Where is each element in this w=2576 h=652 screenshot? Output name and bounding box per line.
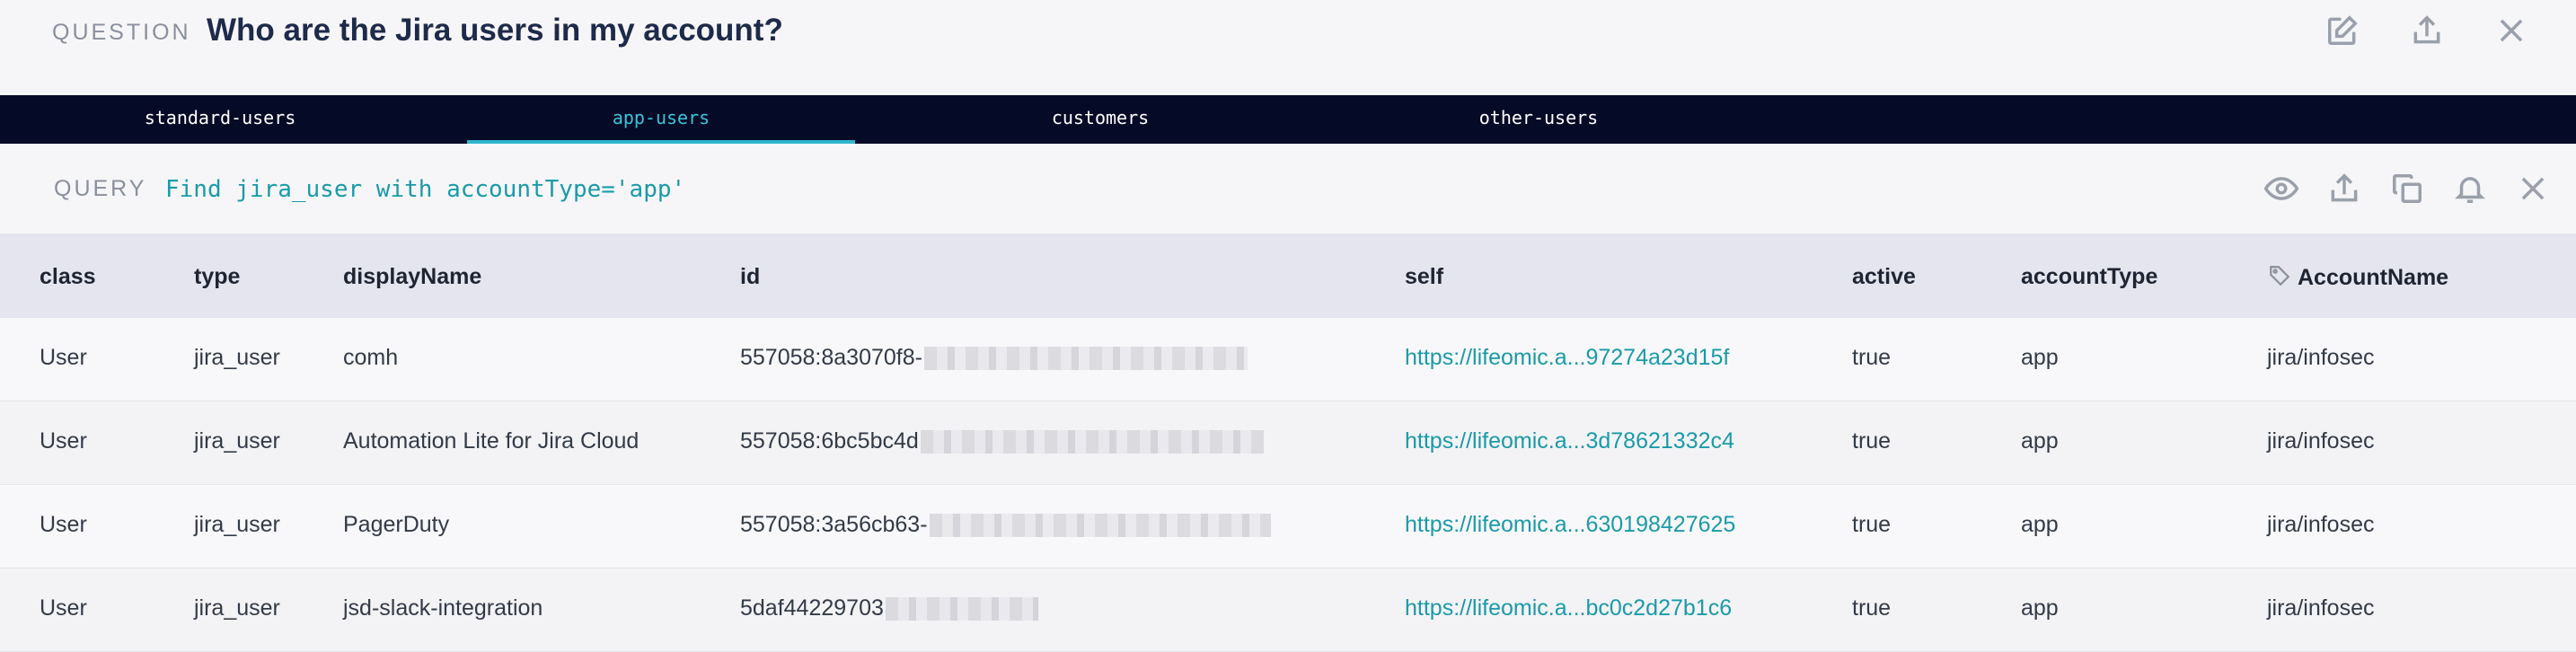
cell-active: true (1852, 595, 1892, 621)
bell-icon[interactable] (2452, 171, 2488, 207)
query-actions (2263, 171, 2551, 207)
table-row[interactable]: User jira_user Automation Lite for Jira … (0, 401, 2576, 485)
tab-standard-users[interactable]: standard-users (99, 95, 341, 144)
column-header-accounttype[interactable]: accountType (2021, 264, 2157, 290)
cell-self-link[interactable]: https://lifeomic.a...bc0c2d27b1c6 (1405, 595, 1732, 621)
cell-active: true (1852, 345, 1892, 370)
table-header: class type displayName id self active ac… (0, 233, 2576, 318)
cell-id: 557058:8a3070f8- (740, 345, 1248, 371)
column-header-class[interactable]: class (40, 264, 96, 290)
id-text: 557058:6bc5bc4d (740, 428, 919, 454)
copy-icon[interactable] (2389, 171, 2425, 207)
results-table: class type displayName id self active ac… (0, 233, 2576, 652)
cell-id: 557058:6bc5bc4d (740, 428, 1264, 454)
accountname-header-label: AccountName (2298, 265, 2449, 291)
redacted-block (920, 430, 1264, 454)
table-row[interactable]: User jira_user PagerDuty 557058:3a56cb63… (0, 485, 2576, 568)
close-query-icon[interactable] (2515, 171, 2551, 207)
column-header-displayname[interactable]: displayName (343, 264, 481, 290)
cell-type: jira_user (194, 512, 280, 537)
cell-accounttype: app (2021, 595, 2059, 621)
redacted-block (923, 347, 1248, 371)
cell-accountname: jira/infosec (2267, 512, 2375, 537)
column-header-self[interactable]: self (1405, 264, 1443, 290)
cell-id: 557058:3a56cb63- (740, 512, 1271, 538)
column-header-type[interactable]: type (194, 264, 240, 290)
question-label: QUESTION (52, 20, 191, 45)
cell-class: User (40, 512, 87, 537)
id-text: 5daf44229703 (740, 595, 884, 621)
tab-bar: standard-users app-users customers other… (0, 95, 2576, 144)
table-row[interactable]: User jira_user comh 557058:8a3070f8- htt… (0, 318, 2576, 401)
question-actions (2325, 13, 2529, 48)
tab-customers[interactable]: customers (979, 95, 1222, 144)
table-row[interactable]: User jira_user jsd-slack-integration 5da… (0, 568, 2576, 652)
tag-icon (2267, 264, 2292, 294)
cell-accounttype: app (2021, 512, 2059, 537)
id-text: 557058:8a3070f8- (740, 345, 922, 370)
edit-icon[interactable] (2325, 13, 2360, 48)
question-bar: QUESTION Who are the Jira users in my ac… (0, 0, 2576, 95)
cell-active: true (1852, 428, 1892, 454)
cell-displayname: jsd-slack-integration (343, 595, 543, 621)
redacted-block (929, 514, 1271, 538)
cell-self-link[interactable]: https://lifeomic.a...97274a23d15f (1405, 345, 1729, 371)
cell-id: 5daf44229703 (740, 595, 1038, 621)
query-text[interactable]: Find jira_user with accountType='app' (165, 176, 685, 203)
id-text: 557058:3a56cb63- (740, 512, 928, 537)
cell-class: User (40, 595, 87, 621)
column-header-accountname[interactable]: AccountName (2267, 264, 2448, 294)
tab-app-users[interactable]: app-users (467, 95, 855, 144)
cell-type: jira_user (194, 595, 280, 621)
cell-type: jira_user (194, 428, 280, 454)
cell-self-link[interactable]: https://lifeomic.a...3d78621332c4 (1405, 428, 1734, 454)
cell-active: true (1852, 512, 1892, 537)
tab-other-users[interactable]: other-users (1417, 95, 1660, 144)
redacted-block (885, 597, 1038, 621)
cell-accountname: jira/infosec (2267, 345, 2375, 370)
cell-displayname: PagerDuty (343, 512, 450, 537)
column-header-id[interactable]: id (740, 264, 760, 290)
query-label: QUERY (54, 176, 147, 201)
cell-self-link[interactable]: https://lifeomic.a...630198427625 (1405, 512, 1735, 538)
cell-accountname: jira/infosec (2267, 595, 2375, 621)
close-icon[interactable] (2493, 13, 2529, 48)
query-bar: QUERY Find jira_user with accountType='a… (0, 144, 2576, 233)
cell-accounttype: app (2021, 428, 2059, 454)
cell-accounttype: app (2021, 345, 2059, 370)
cell-type: jira_user (194, 345, 280, 370)
cell-displayname: Automation Lite for Jira Cloud (343, 428, 640, 454)
cell-accountname: jira/infosec (2267, 428, 2375, 454)
column-header-active[interactable]: active (1852, 264, 1916, 290)
eye-icon[interactable] (2263, 171, 2299, 207)
cell-class: User (40, 428, 87, 454)
share-icon[interactable] (2409, 13, 2445, 48)
export-icon[interactable] (2326, 171, 2362, 207)
cell-class: User (40, 345, 87, 370)
question-title: Who are the Jira users in my account? (207, 13, 783, 48)
cell-displayname: comh (343, 345, 399, 370)
